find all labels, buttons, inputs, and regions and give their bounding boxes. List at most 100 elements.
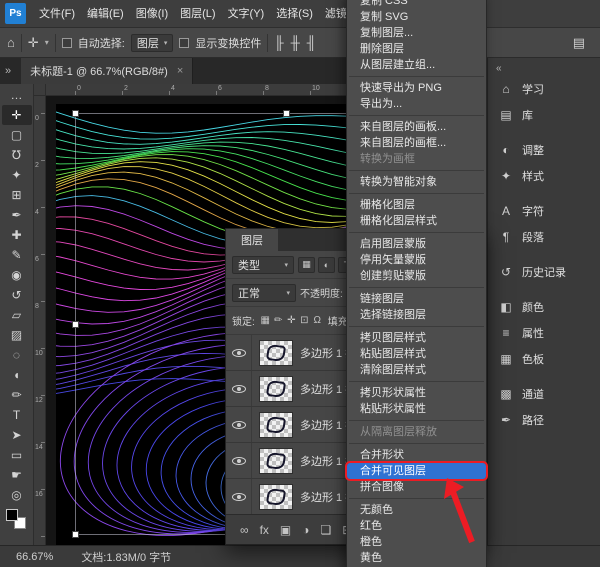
menubar-item[interactable]: 文字(Y) bbox=[222, 0, 271, 28]
context-menu-item[interactable]: 黄色 bbox=[347, 550, 486, 566]
context-menu-item[interactable]: 停用矢量蒙版 bbox=[347, 252, 486, 268]
close-icon[interactable]: × bbox=[177, 65, 183, 77]
layer-thumbnail[interactable] bbox=[259, 376, 293, 402]
context-menu-item[interactable]: 复制 CSS bbox=[347, 0, 486, 9]
path-select-tool[interactable]: ➤ bbox=[2, 425, 32, 445]
lock-artboard-icon[interactable]: ⊡ bbox=[298, 315, 311, 326]
layer-style-icon[interactable]: fx bbox=[260, 523, 269, 537]
pen-tool[interactable]: ✏ bbox=[2, 385, 32, 405]
group-layers-icon[interactable]: ❏ bbox=[321, 523, 332, 537]
tool-preset-arrow-icon[interactable]: ▾ bbox=[45, 38, 49, 47]
adjustment-layer-icon[interactable]: ◑ bbox=[302, 523, 309, 537]
context-menu-item[interactable]: 复制 SVG bbox=[347, 9, 486, 25]
layer-thumbnail[interactable] bbox=[259, 448, 293, 474]
dodge-tool[interactable]: ◖ bbox=[2, 365, 32, 385]
context-menu-item[interactable]: 拷贝形状属性 bbox=[347, 385, 486, 401]
transform-handle[interactable] bbox=[72, 110, 79, 117]
context-menu-item[interactable]: 启用图层蒙版 bbox=[347, 236, 486, 252]
expand-dock-icon[interactable]: « bbox=[496, 63, 502, 74]
dock-panel-swatches[interactable]: ▦色板 bbox=[488, 346, 600, 372]
collapse-toolbar-button[interactable]: » bbox=[0, 58, 21, 84]
menubar-item[interactable]: 编辑(E) bbox=[81, 0, 130, 28]
crop-tool[interactable]: ⊞ bbox=[2, 185, 32, 205]
gradient-tool[interactable]: ▨ bbox=[2, 325, 32, 345]
clone-stamp-tool[interactable]: ◉ bbox=[2, 265, 32, 285]
context-menu-item[interactable]: 合并形状 bbox=[347, 447, 486, 463]
context-menu-item[interactable]: 来自图层的画板... bbox=[347, 119, 486, 135]
dock-panel-paths[interactable]: ✒路径 bbox=[488, 407, 600, 433]
transform-handle[interactable] bbox=[283, 110, 290, 117]
dock-panel-character[interactable]: A字符 bbox=[488, 198, 600, 224]
layer-thumbnail[interactable] bbox=[259, 484, 293, 510]
visibility-toggle[interactable] bbox=[226, 479, 252, 514]
menubar-item[interactable]: 图像(I) bbox=[130, 0, 174, 28]
context-menu-item[interactable]: 来自图层的画框... bbox=[347, 135, 486, 151]
auto-select-checkbox[interactable] bbox=[62, 38, 72, 48]
current-tool-icon[interactable]: ✛ bbox=[28, 36, 39, 49]
show-transform-checkbox[interactable] bbox=[179, 38, 189, 48]
layer-thumbnail[interactable] bbox=[259, 412, 293, 438]
dock-panel-styles[interactable]: ✦样式 bbox=[488, 163, 600, 189]
filter-type-dropdown[interactable]: 类型 ▾ bbox=[232, 256, 294, 274]
dock-panel-channels[interactable]: ▩通道 bbox=[488, 381, 600, 407]
lasso-tool[interactable]: ℧ bbox=[2, 145, 32, 165]
dock-panel-adjustments[interactable]: ◐调整 bbox=[488, 137, 600, 163]
context-menu-item[interactable]: 转换为智能对象 bbox=[347, 174, 486, 190]
visibility-toggle[interactable] bbox=[226, 335, 252, 370]
filter-adjustment-icon[interactable]: ◐ bbox=[318, 257, 335, 273]
type-tool[interactable]: T bbox=[2, 405, 32, 425]
context-menu-item[interactable]: 选择链接图层 bbox=[347, 307, 486, 323]
eyedropper-tool[interactable]: ✒ bbox=[2, 205, 32, 225]
context-menu-item[interactable]: 粘贴形状属性 bbox=[347, 401, 486, 417]
visibility-toggle[interactable] bbox=[226, 407, 252, 442]
zoom-level-field[interactable]: 66.67% bbox=[16, 551, 53, 563]
home-icon[interactable]: ⌂ bbox=[7, 36, 15, 49]
hand-tool[interactable]: ☛ bbox=[2, 465, 32, 485]
dock-panel-libraries[interactable]: ▤库 bbox=[488, 102, 600, 128]
filter-pixel-icon[interactable]: ▦ bbox=[298, 257, 315, 273]
brush-tool[interactable]: ✎ bbox=[2, 245, 32, 265]
move-tool[interactable]: ✛ bbox=[2, 105, 32, 125]
align-right-icon[interactable]: ╢ bbox=[307, 36, 316, 49]
shape-tool[interactable]: ▭ bbox=[2, 445, 32, 465]
align-center-icon[interactable]: ╫ bbox=[291, 36, 300, 49]
visibility-toggle[interactable] bbox=[226, 371, 252, 406]
context-menu-item[interactable]: 清除图层样式 bbox=[347, 362, 486, 378]
layer-thumbnail[interactable] bbox=[259, 340, 293, 366]
lock-all-icon[interactable]: Ω bbox=[311, 315, 324, 326]
auto-select-dropdown[interactable]: 图层 ▾ bbox=[131, 34, 174, 52]
transform-handle[interactable] bbox=[72, 321, 79, 328]
lock-pixels-icon[interactable]: ✏ bbox=[272, 315, 285, 326]
context-menu-item[interactable]: 栅格化图层 bbox=[347, 197, 486, 213]
marquee-tool[interactable]: ▢ bbox=[2, 125, 32, 145]
layer-mask-icon[interactable]: ▣ bbox=[280, 523, 291, 537]
context-menu-item[interactable]: 栅格化图层样式 bbox=[347, 213, 486, 229]
history-brush-tool[interactable]: ↺ bbox=[2, 285, 32, 305]
dock-panel-color[interactable]: ◧颜色 bbox=[488, 294, 600, 320]
zoom-tool[interactable]: ◎ bbox=[2, 485, 32, 505]
context-menu-item[interactable]: 粘贴图层样式 bbox=[347, 346, 486, 362]
lock-position-icon[interactable]: ✛ bbox=[285, 315, 298, 326]
dock-panel-history[interactable]: ↺历史记录 bbox=[488, 259, 600, 285]
context-menu-item[interactable]: 快速导出为 PNG bbox=[347, 80, 486, 96]
context-menu-item[interactable]: 删除图层 bbox=[347, 41, 486, 57]
context-menu-item[interactable]: 创建剪贴蒙版 bbox=[347, 268, 486, 284]
blend-mode-dropdown[interactable]: 正常 ▾ bbox=[232, 284, 296, 302]
link-layers-icon[interactable]: ∞ bbox=[240, 523, 249, 537]
align-left-icon[interactable]: ╟ bbox=[274, 36, 283, 49]
menubar-item[interactable]: 选择(S) bbox=[270, 0, 319, 28]
dock-panel-properties[interactable]: ≡属性 bbox=[488, 320, 600, 346]
blur-tool[interactable]: ◌ bbox=[2, 345, 32, 365]
dock-panel-learn[interactable]: ⌂学习 bbox=[488, 76, 600, 102]
context-menu-item[interactable]: 合并可见图层 bbox=[347, 463, 486, 479]
transform-handle[interactable] bbox=[72, 531, 79, 538]
healing-brush-tool[interactable]: ✚ bbox=[2, 225, 32, 245]
menubar-item[interactable]: 文件(F) bbox=[33, 0, 81, 28]
quick-select-tool[interactable]: ✦ bbox=[2, 165, 32, 185]
context-menu-item[interactable]: 复制图层... bbox=[347, 25, 486, 41]
visibility-toggle[interactable] bbox=[226, 443, 252, 478]
context-menu-item[interactable]: 链接图层 bbox=[347, 291, 486, 307]
context-menu-item[interactable]: 导出为... bbox=[347, 96, 486, 112]
context-menu-item[interactable]: 拷贝图层样式 bbox=[347, 330, 486, 346]
foreground-color-swatch[interactable] bbox=[6, 509, 18, 521]
